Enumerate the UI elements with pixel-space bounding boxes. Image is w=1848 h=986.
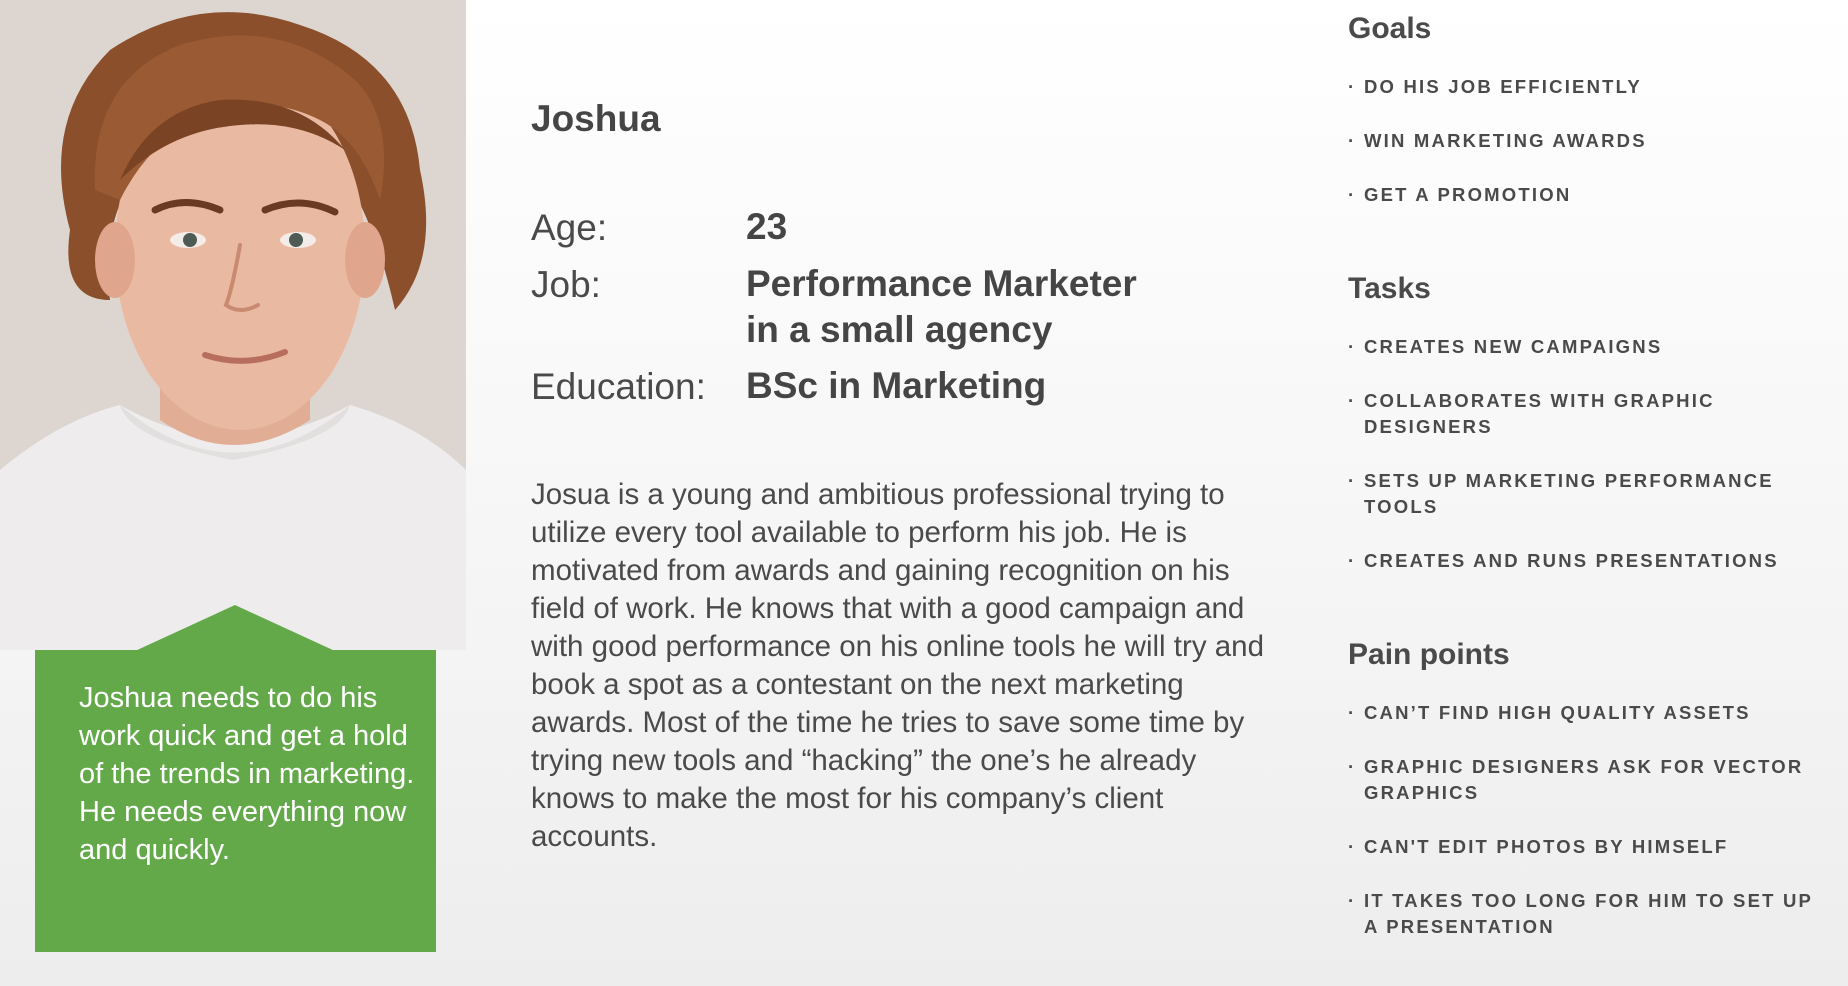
job-value-line2: in a small agency	[746, 309, 1053, 350]
job-value-line1: Performance Marketer	[746, 263, 1137, 304]
pain-points-title: Pain points	[1348, 638, 1510, 671]
pain-points-list: Can’t find high quality assets Graphic d…	[1348, 700, 1818, 968]
persona-name: Joshua	[531, 98, 661, 139]
tasks-list: Creates new campaigns Collaborates with …	[1348, 334, 1818, 602]
list-item: Can't edit photos by himself	[1348, 834, 1818, 860]
list-item: Collaborates with graphic designers	[1348, 388, 1818, 440]
list-item: Can’t find high quality assets	[1348, 700, 1818, 726]
list-item: It takes too long for him to set up a pr…	[1348, 888, 1818, 940]
education-label: Education:	[531, 366, 706, 407]
age-label: Age:	[531, 207, 608, 248]
persona-quote: Joshua needs to do his work quick and ge…	[79, 682, 415, 866]
persona-photo	[0, 0, 466, 650]
goals-list: Do his job efficiently Win marketing awa…	[1348, 74, 1818, 236]
persona-portrait-illustration	[0, 0, 466, 650]
job-value: Performance Marketer in a small agency	[746, 261, 1137, 353]
list-item: Creates new campaigns	[1348, 334, 1818, 360]
list-item: Win marketing awards	[1348, 128, 1818, 154]
persona-bio: Josua is a young and ambitious professio…	[531, 478, 1264, 853]
list-item: Graphic designers ask for vector graphic…	[1348, 754, 1818, 806]
age-value: 23	[746, 206, 788, 247]
quote-box-notch	[135, 605, 335, 651]
education-value: BSc in Marketing	[746, 365, 1047, 406]
list-item: Sets up marketing performance tools	[1348, 468, 1818, 520]
job-label: Job:	[531, 264, 601, 305]
list-item: Creates and runs presentations	[1348, 548, 1818, 574]
goals-title: Goals	[1348, 12, 1432, 45]
list-item: Get a promotion	[1348, 182, 1818, 208]
tasks-title: Tasks	[1348, 272, 1431, 305]
list-item: Do his job efficiently	[1348, 74, 1818, 100]
